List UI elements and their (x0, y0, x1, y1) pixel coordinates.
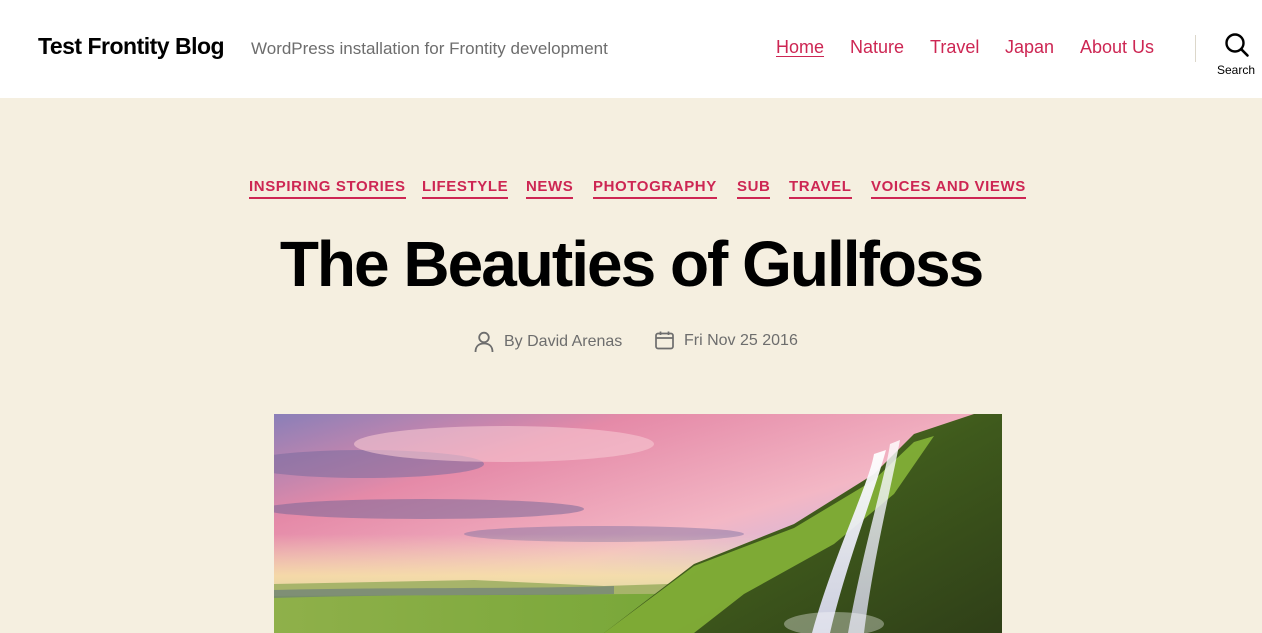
user-icon (474, 331, 494, 353)
nav-item-travel[interactable]: Travel (930, 37, 979, 58)
waterfall-landscape-image (274, 414, 1002, 633)
post-categories: INSPIRING STORIES LIFESTYLE NEWS PHOTOGR… (0, 178, 1262, 200)
nav-item-nature[interactable]: Nature (850, 37, 904, 58)
category-inspiring-stories[interactable]: INSPIRING STORIES (249, 178, 406, 199)
search-toggle-button[interactable]: Search (1212, 30, 1262, 80)
category-news[interactable]: NEWS (526, 178, 574, 199)
nav-item-japan[interactable]: Japan (1005, 37, 1054, 58)
search-label: Search (1217, 63, 1256, 77)
site-description: WordPress installation for Frontity deve… (251, 39, 608, 58)
category-lifestyle[interactable]: LIFESTYLE (422, 178, 509, 199)
post-meta: By David Arenas Fri Nov 25 2016 (0, 331, 1262, 355)
site-title[interactable]: Test Frontity Blog (38, 33, 225, 60)
post-author: By David Arenas (474, 331, 622, 353)
header-divider (1195, 35, 1196, 62)
category-sub[interactable]: SUB (737, 178, 771, 199)
date-link[interactable]: Fri Nov 25 2016 (684, 332, 798, 350)
author-link[interactable]: By David Arenas (504, 333, 622, 351)
category-photography[interactable]: PHOTOGRAPHY (593, 178, 717, 199)
calendar-icon (655, 331, 674, 350)
search-icon (1225, 33, 1249, 57)
featured-image (274, 414, 1002, 633)
post-date: Fri Nov 25 2016 (655, 331, 798, 350)
category-voices-and-views[interactable]: VOICES AND VIEWS (871, 178, 1026, 199)
nav-item-about-us[interactable]: About Us (1080, 37, 1154, 58)
post-title: The Beauties of Gullfoss (279, 228, 984, 300)
site-header: Test Frontity Blog WordPress installatio… (0, 0, 1262, 98)
nav-item-home[interactable]: Home (776, 37, 824, 58)
category-travel[interactable]: TRAVEL (789, 178, 852, 199)
